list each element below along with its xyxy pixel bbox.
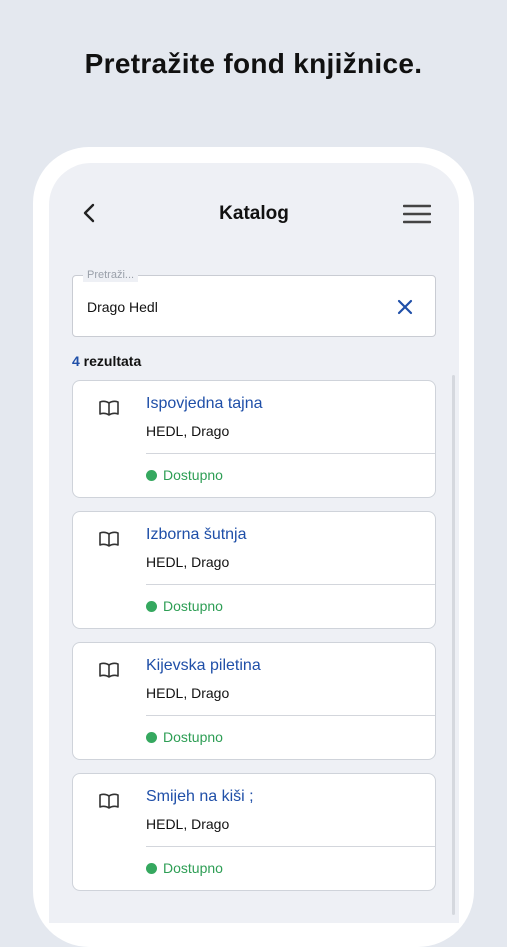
- book-title[interactable]: Kijevska piletina: [146, 657, 261, 675]
- results-count-label: rezultata: [79, 353, 142, 369]
- top-bar: Katalog: [49, 163, 459, 263]
- book-title[interactable]: Smijeh na kiši ;: [146, 788, 254, 806]
- menu-button[interactable]: [401, 201, 433, 227]
- clear-search-button[interactable]: [393, 295, 417, 319]
- result-card[interactable]: Izborna šutnja HEDL, Drago Dostupno: [72, 511, 436, 629]
- results-list: Ispovjedna tajna HEDL, Drago Dostupno Iz…: [72, 380, 436, 904]
- status-dot-icon: [146, 469, 157, 481]
- availability-status: Dostupno: [146, 729, 223, 745]
- availability-status: Dostupno: [146, 860, 223, 876]
- result-card[interactable]: Smijeh na kiši ; HEDL, Drago Dostupno: [72, 773, 436, 891]
- promo-headline: Pretražite fond knjižnice.: [84, 48, 423, 79]
- result-card[interactable]: Kijevska piletina HEDL, Drago Dostupno: [72, 642, 436, 760]
- search-field[interactable]: Pretraži...: [72, 268, 436, 337]
- status-label: Dostupno: [163, 729, 223, 745]
- status-label: Dostupno: [163, 598, 223, 614]
- app-screen: Katalog Pretraži... 4 rezultata: [49, 163, 459, 923]
- book-title[interactable]: Izborna šutnja: [146, 526, 247, 544]
- status-label: Dostupno: [163, 467, 223, 483]
- results-count-number: 4: [72, 353, 80, 369]
- scrollbar[interactable]: [452, 375, 455, 915]
- status-dot-icon: [146, 862, 157, 874]
- book-icon: [99, 400, 119, 416]
- status-dot-icon: [146, 600, 157, 612]
- book-author: HEDL, Drago: [146, 685, 230, 701]
- availability-status: Dostupno: [146, 467, 223, 483]
- divider: [146, 715, 435, 716]
- book-author: HEDL, Drago: [146, 816, 230, 832]
- book-icon: [99, 531, 119, 547]
- book-title[interactable]: Ispovjedna tajna: [146, 395, 263, 413]
- result-card[interactable]: Ispovjedna tajna HEDL, Drago Dostupno: [72, 380, 436, 498]
- status-dot-icon: [146, 731, 157, 743]
- results-count: 4 rezultata: [72, 353, 141, 369]
- divider: [146, 453, 435, 454]
- book-author: HEDL, Drago: [146, 423, 230, 439]
- availability-status: Dostupno: [146, 598, 223, 614]
- page-title: Katalog: [219, 203, 289, 224]
- status-label: Dostupno: [163, 860, 223, 876]
- divider: [146, 846, 435, 847]
- book-icon: [99, 662, 119, 678]
- book-icon: [99, 793, 119, 809]
- hamburger-menu-icon: [403, 204, 431, 224]
- close-icon: [397, 299, 413, 315]
- divider: [146, 584, 435, 585]
- book-author: HEDL, Drago: [146, 554, 230, 570]
- search-input[interactable]: [87, 296, 367, 318]
- search-label: Pretraži...: [83, 268, 139, 282]
